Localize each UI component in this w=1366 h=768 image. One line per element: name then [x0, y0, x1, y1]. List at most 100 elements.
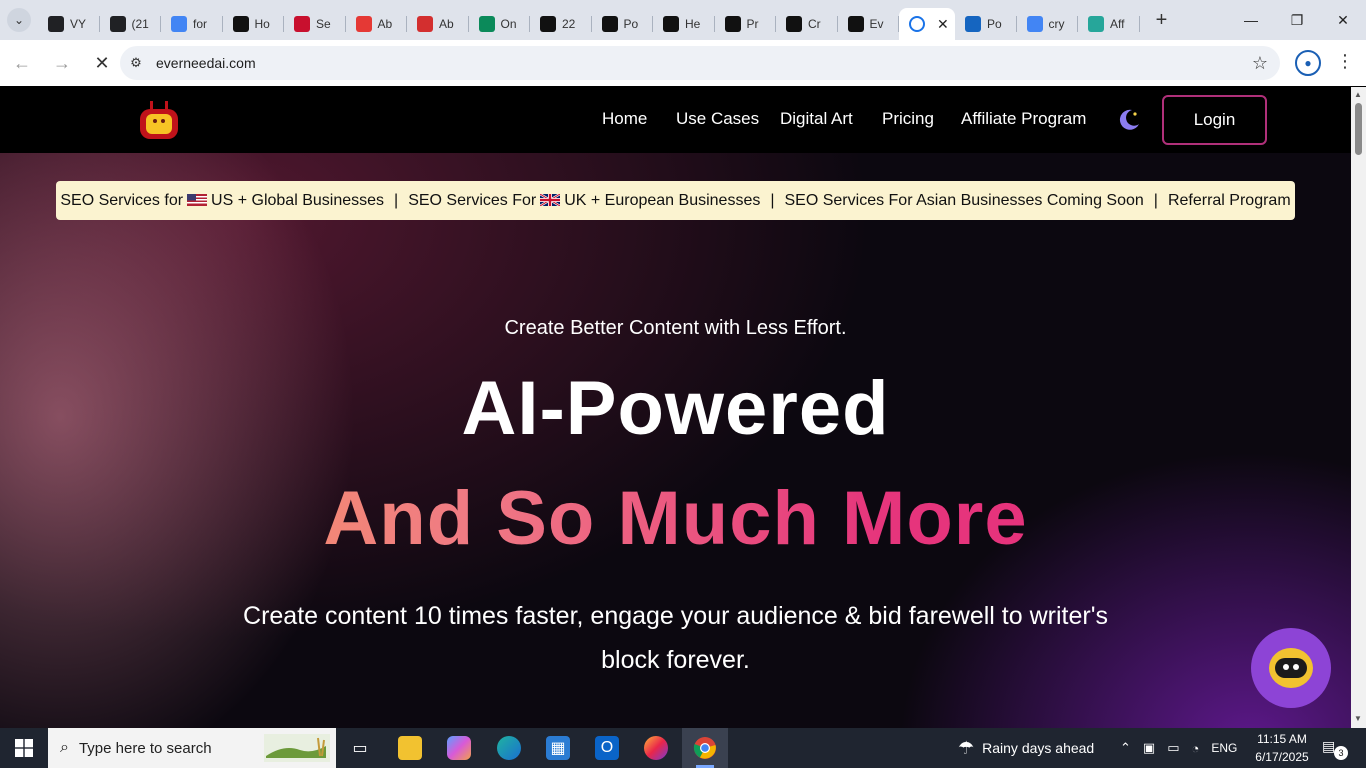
address-bar[interactable]: ⚙ everneedai.com ☆: [120, 46, 1280, 80]
stop-loading-button[interactable]: ✕: [84, 45, 120, 81]
new-tab-button[interactable]: +: [1144, 2, 1180, 38]
outlook-icon[interactable]: O: [595, 736, 619, 760]
search-placeholder: Type here to search: [78, 739, 212, 757]
language-indicator[interactable]: ENG: [1211, 741, 1237, 755]
banner-asia-link[interactable]: SEO Services For Asian Businesses Coming…: [785, 192, 1144, 210]
minimize-button[interactable]: —: [1228, 0, 1274, 40]
dark-mode-moon-icon[interactable]: [1116, 107, 1142, 133]
browser-tab[interactable]: Ab: [346, 8, 408, 40]
nav-pricing[interactable]: Pricing: [882, 109, 934, 129]
weather-widget[interactable]: ☂ Rainy days ahead: [958, 728, 1094, 768]
scroll-up-arrow-icon[interactable]: ▲: [1354, 90, 1362, 99]
google-icon: [171, 16, 187, 32]
a-icon: [786, 16, 802, 32]
robot-visor: [1275, 658, 1307, 678]
tab-title: Cr: [808, 17, 821, 31]
hero-headline: AI-Powered: [461, 366, 890, 451]
task-view-icon[interactable]: ▭: [348, 736, 372, 760]
chrome-icon: [693, 737, 716, 759]
profile-icon[interactable]: ●: [1295, 50, 1321, 76]
openai-icon: [48, 16, 64, 32]
browser-tab[interactable]: Ab: [407, 8, 469, 40]
banner-text: US + Global Businesses: [211, 191, 385, 209]
nav-digital-art[interactable]: Digital Art: [780, 109, 853, 129]
forward-button[interactable]: →: [44, 45, 80, 81]
tab-title: Ab: [377, 17, 393, 31]
blogger-b-icon: [232, 16, 249, 32]
tab-title: cry: [1048, 17, 1065, 31]
url-text[interactable]: everneedai.com: [156, 55, 256, 71]
clock[interactable]: 11:15 AM 6/17/2025: [1250, 730, 1314, 766]
banner-uk-link[interactable]: SEO Services For UK + European Businesses: [408, 192, 760, 210]
start-button[interactable]: [0, 728, 48, 768]
tab-title: He: [685, 17, 701, 31]
battery-icon[interactable]: ▭: [1167, 740, 1179, 756]
page-scrollbar[interactable]: ▲ ▼: [1351, 87, 1366, 728]
browser-tab[interactable]: On: [469, 8, 531, 40]
banner-referral-link[interactable]: Referral Program: [1168, 192, 1291, 210]
tab-title: Ho: [254, 17, 270, 31]
microsoft-store-icon[interactable]: ▦: [546, 736, 570, 760]
loading-icon: [909, 16, 925, 32]
umbrella-icon: ☂: [958, 737, 975, 758]
tab-list: VY (21 for Ho Se Ab Ab On 22 Po He Pr Cr Ev ✕ Po cry Aff: [38, 0, 1140, 40]
taskbar: ⌕ Type here to search ▭ ▦ O ☂ Rainy days…: [0, 728, 1366, 768]
browser-tab[interactable]: Cr: [776, 8, 838, 40]
scrollbar-thumb[interactable]: [1355, 103, 1362, 155]
browser-tab[interactable]: (21: [100, 8, 162, 40]
browser-tab[interactable]: Aff: [1078, 8, 1140, 40]
close-tab-icon[interactable]: ✕: [937, 16, 949, 33]
browser-tab[interactable]: Pr: [715, 8, 777, 40]
browser-tab-active[interactable]: ✕: [899, 8, 955, 40]
nav-home[interactable]: Home: [602, 109, 647, 129]
tab-strip: ⌄ VY (21 for Ho Se Ab Ab On 22 Po He Pr Cr Ev ✕ Po cry Af…: [0, 0, 1366, 40]
a-icon: [724, 16, 741, 32]
weather-text: Rainy days ahead: [982, 740, 1095, 756]
browser-tab[interactable]: Po: [955, 8, 1017, 40]
browser-tab[interactable]: Se: [284, 8, 346, 40]
a-icon: [663, 16, 679, 32]
tray-overflow-icon[interactable]: ⌃: [1120, 740, 1131, 756]
browser-tab[interactable]: VY: [38, 8, 100, 40]
banner-us-link[interactable]: SEO Services for US + Global Businesses: [60, 192, 384, 210]
firefox-icon[interactable]: [644, 736, 668, 760]
taskbar-search[interactable]: ⌕ Type here to search: [48, 728, 336, 768]
copilot-icon[interactable]: [447, 736, 471, 760]
site-logo[interactable]: [138, 101, 180, 139]
notification-center-icon[interactable]: ▤ 3: [1322, 738, 1348, 760]
site-info-icon[interactable]: ⚙: [120, 55, 152, 71]
bookmark-star-icon[interactable]: ☆: [1252, 53, 1268, 74]
browser-tab[interactable]: Po: [592, 8, 654, 40]
scroll-down-arrow-icon[interactable]: ▼: [1354, 714, 1362, 723]
browser-tab[interactable]: for: [161, 8, 223, 40]
edge-icon[interactable]: [497, 736, 521, 760]
browser-tab[interactable]: Ev: [838, 8, 900, 40]
chrome-taskbar-button[interactable]: [682, 728, 728, 768]
tab-title: for: [193, 17, 208, 31]
tab-title: VY: [70, 17, 87, 31]
file-explorer-icon[interactable]: [398, 736, 422, 760]
tab-title: 22: [562, 17, 576, 31]
back-button[interactable]: ←: [4, 45, 40, 81]
clock-date: 6/17/2025: [1255, 750, 1309, 764]
windows-logo-icon: [15, 739, 33, 757]
uk-flag-icon: [540, 193, 561, 206]
close-window-button[interactable]: ✕: [1320, 0, 1366, 40]
chatbot-button[interactable]: [1251, 628, 1331, 708]
browser-tab[interactable]: Ho: [223, 8, 285, 40]
browser-tab[interactable]: cry: [1017, 8, 1079, 40]
nav-affiliate-program[interactable]: Affiliate Program: [961, 109, 1086, 129]
meet-now-icon[interactable]: ▣: [1143, 740, 1155, 756]
tab-search-button[interactable]: ⌄: [0, 0, 38, 40]
maximize-button[interactable]: ❐: [1274, 0, 1320, 40]
login-button[interactable]: Login: [1162, 95, 1267, 145]
browser-menu-icon[interactable]: ⋮: [1336, 51, 1354, 72]
banner-separator: |: [394, 191, 399, 209]
aff-icon: [1088, 16, 1104, 32]
system-tray: ⌃ ▣ ▭ ◔ ENG: [1120, 728, 1237, 768]
clock-time: 11:15 AM: [1257, 732, 1307, 746]
nav-use-cases[interactable]: Use Cases: [676, 109, 759, 129]
browser-tab[interactable]: 22: [530, 8, 592, 40]
wifi-icon[interactable]: ◔: [1192, 741, 1200, 756]
browser-tab[interactable]: He: [653, 8, 715, 40]
